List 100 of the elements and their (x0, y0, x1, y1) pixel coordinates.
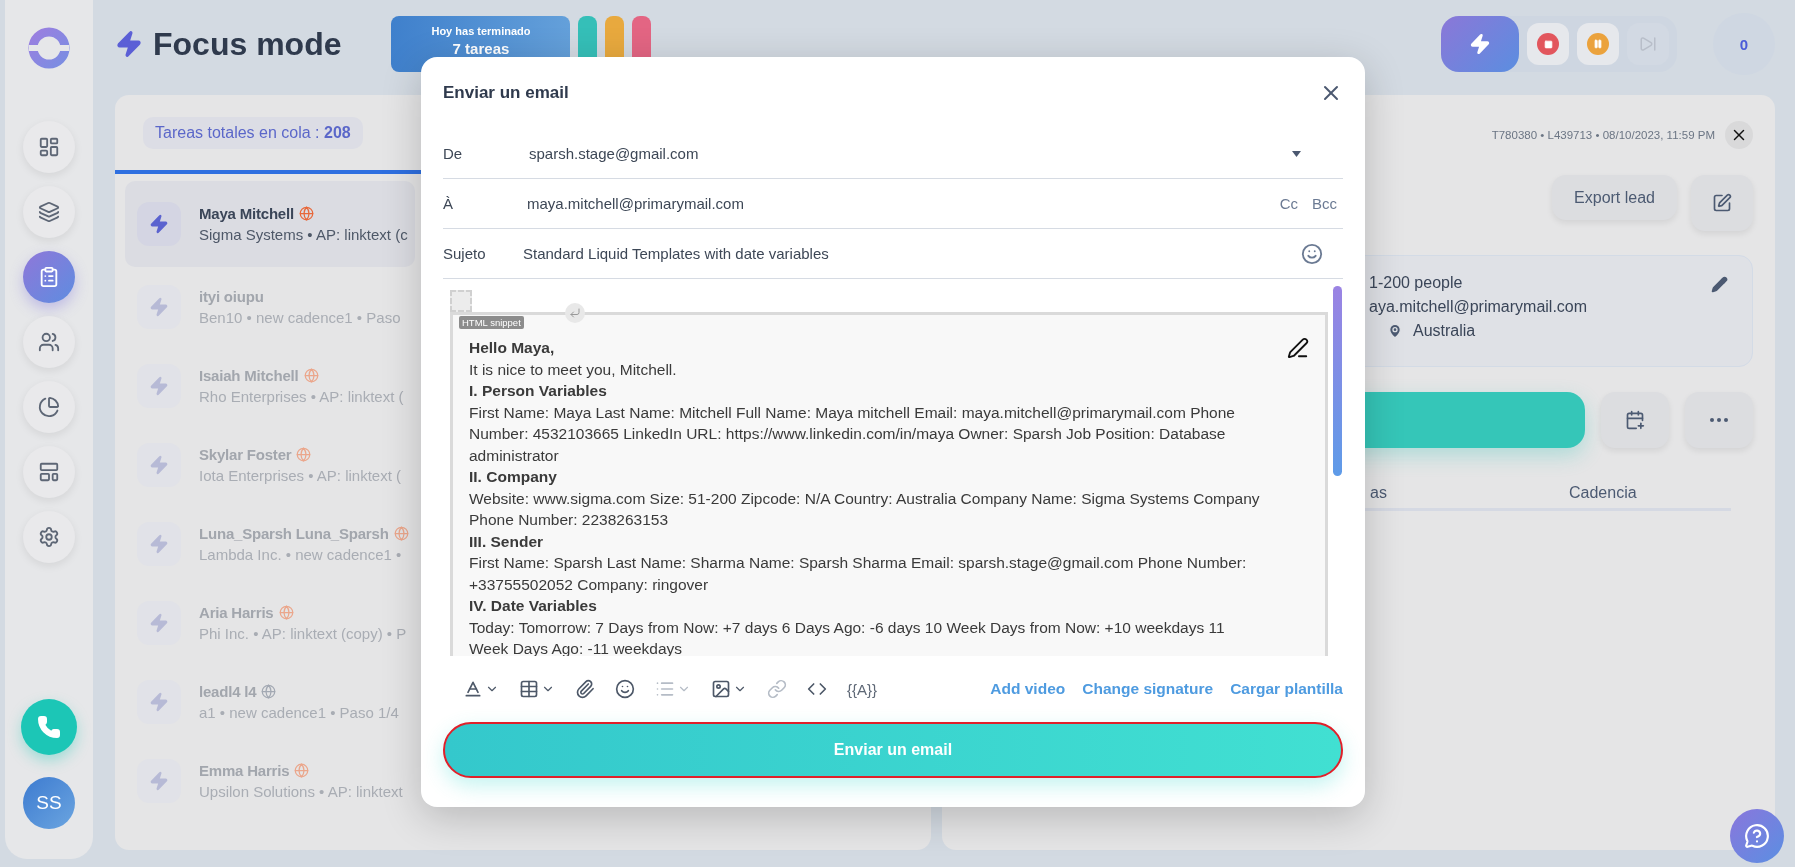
task-name: Luna_Sparsh Luna_Sparsh (199, 524, 389, 542)
more-icon (1710, 418, 1728, 422)
body-heading: Hello Maya, (469, 338, 556, 358)
task-meta: T780380 • L439713 • 08/10/2023, 11:59 PM (1491, 129, 1715, 141)
banner-count: 7 tareas (452, 40, 510, 57)
task-item[interactable]: Isaiah Mitchell Rho Enterprises • AP: linktext ( (125, 346, 415, 425)
pause-icon (1587, 33, 1609, 55)
settings-icon (38, 526, 60, 548)
emoji-icon (615, 679, 635, 699)
table-icon (519, 679, 539, 699)
task-name: Aria Harris (199, 603, 274, 621)
task-name: Emma Harris (199, 761, 290, 779)
help-button[interactable] (1730, 809, 1784, 863)
layout-icon (38, 461, 60, 483)
body-text: It is nice to meet you, Mitchell. (469, 359, 678, 380)
user-avatar[interactable]: SS (23, 777, 75, 829)
task-detail: Sigma Systems • AP: linktext (c (199, 226, 408, 243)
queue-total: Tareas totales en cola : 208 (143, 117, 363, 149)
field-label: À (443, 195, 454, 212)
column-header: as (1370, 484, 1388, 502)
task-detail: Lambda Inc. • new cadence1 • (199, 545, 403, 563)
banner-label: Hoy has terminado (431, 25, 531, 37)
company-size: 1-200 people (1369, 274, 1463, 292)
dashboard-icon (38, 136, 60, 158)
task-detail: Rho Enterprises • AP: linktext ( (199, 387, 404, 405)
task-lightning-icon (137, 679, 181, 724)
counter-badge: 0 (1713, 13, 1775, 75)
nav-button[interactable] (23, 121, 75, 173)
task-name: ityi oiupu (199, 287, 264, 305)
arrow-icon (569, 307, 581, 319)
schedule-button[interactable] (1601, 392, 1669, 448)
task-lightning-icon (137, 442, 181, 487)
attach-icon (575, 679, 595, 699)
task-name: Maya Mitchell (199, 205, 294, 222)
attach-tool[interactable] (575, 679, 595, 699)
task-item[interactable]: ityi oiupu Ben10 • new cadence1 • Paso (125, 267, 415, 346)
task-lightning-icon (137, 521, 181, 566)
pencil-icon[interactable] (1711, 276, 1728, 293)
text-color-tool[interactable] (463, 679, 499, 699)
nav-button[interactable] (23, 511, 75, 563)
drag-handle[interactable] (450, 290, 472, 312)
pen-icon[interactable] (1287, 337, 1309, 359)
lightning-icon (115, 30, 143, 58)
image-tool[interactable] (711, 679, 747, 699)
image-icon (711, 679, 731, 699)
task-name: Isaiah Mitchell (199, 366, 299, 384)
task-item[interactable]: leadl4 l4 a1 • new cadence1 • Paso 1/4 (125, 662, 415, 741)
send-button[interactable]: Enviar un email (443, 722, 1343, 778)
subject-field[interactable]: Standard Liquid Templates with date variables (523, 245, 1301, 262)
toolbar-link[interactable]: Change signature (1082, 680, 1214, 698)
lead-country: Australia (1413, 322, 1476, 340)
task-detail: Upsilon Solutions • AP: linktext (199, 782, 403, 800)
close-button[interactable] (1725, 121, 1753, 149)
dialog-title: Enviar un email (443, 83, 569, 103)
task-detail: Phi Inc. • AP: linktext (copy) • P (199, 624, 407, 642)
location-icon (1387, 323, 1403, 339)
export-lead-button[interactable]: Export lead (1552, 175, 1677, 220)
body-heading: III. Sender (469, 531, 545, 552)
edit-icon (1712, 193, 1732, 213)
body-heading: II. Company (469, 467, 558, 487)
help-icon (1744, 823, 1770, 849)
emoji-tool[interactable] (615, 679, 635, 699)
focus-button[interactable] (1441, 16, 1519, 72)
toolbar-link[interactable]: Add video (990, 680, 1066, 698)
nav-button[interactable] (23, 251, 75, 303)
scrollbar[interactable] (1333, 286, 1342, 476)
tray-icon (38, 201, 60, 223)
recipient-toggle[interactable]: Bcc (1312, 195, 1337, 212)
toolbar-link[interactable]: Cargar plantilla (1230, 680, 1343, 698)
task-detail: Ben10 • new cadence1 • Paso (199, 308, 401, 326)
body-heading: IV. Date Variables (469, 596, 598, 616)
clipboard-icon (38, 266, 60, 288)
stop-button[interactable] (1527, 23, 1569, 65)
recipient-field[interactable]: maya.mitchell@primarymail.com (527, 195, 1266, 212)
table-tool[interactable] (519, 679, 555, 699)
task-item[interactable]: Luna_Sparsh Luna_Sparsh Lambda Inc. • new cadence1 • (125, 504, 415, 583)
phone-icon (37, 715, 61, 739)
calendar-icon (1625, 410, 1645, 430)
variable-tool[interactable]: {{A}} (847, 680, 878, 698)
nav-button[interactable] (23, 381, 75, 433)
nav-button[interactable] (23, 316, 75, 368)
nav-button[interactable] (23, 186, 75, 238)
task-item[interactable]: Aria Harris Phi Inc. • AP: linktext (copy) • P (125, 583, 415, 662)
nav-button[interactable] (23, 446, 75, 498)
recipient-toggle[interactable]: Cc (1279, 195, 1298, 212)
body-heading: I. Person Variables (469, 381, 608, 401)
task-item[interactable]: Emma Harris Upsilon Solutions • AP: linktext (125, 741, 415, 820)
sender-select[interactable]: sparsh.stage@gmail.com (529, 145, 1292, 162)
emoji-icon[interactable] (1301, 242, 1323, 265)
task-lightning-icon (137, 758, 181, 803)
field-label: Sujeto (443, 245, 487, 262)
body-text: First Name: Sparsh Last Name: Sharma Name: Sparsh Sharma Email: sparsh.stage@gmail.com Phone Number: +33755502052 Company: ringover (469, 553, 1248, 595)
snippet-tag: HTML snippet (459, 316, 524, 329)
link-icon (767, 679, 787, 699)
edit-button[interactable] (1691, 175, 1753, 231)
task-item[interactable]: Skylar Foster Iota Enterprises • AP: linktext ( (125, 425, 415, 504)
dropdown-caret-icon[interactable] (1292, 150, 1301, 157)
stop-icon (1537, 33, 1559, 55)
task-item[interactable]: Maya Mitchell Sigma Systems • AP: linktext (c (125, 181, 415, 267)
task-name: leadl4 l4 (199, 682, 257, 700)
